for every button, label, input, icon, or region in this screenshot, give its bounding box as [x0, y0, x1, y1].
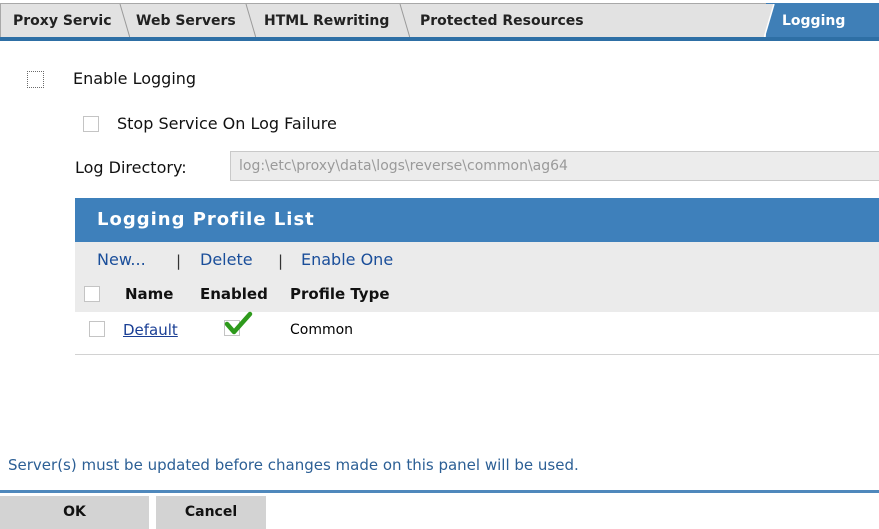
tab-protected-resources[interactable]: Protected Resources: [392, 3, 770, 38]
stop-service-label: Stop Service On Log Failure: [117, 114, 337, 133]
tab-separator: [238, 4, 256, 38]
tab-label: HTML Rewriting: [264, 13, 390, 29]
action-separator: |: [176, 252, 182, 270]
column-header-profile-type: Profile Type: [290, 285, 390, 303]
profile-list-header: Logging Profile List: [75, 198, 879, 242]
enable-logging-checkbox[interactable]: [27, 71, 44, 88]
tab-label: Proxy Service: [13, 13, 122, 29]
logging-config-page: Proxy Service Web Servers HTML Rewriting…: [0, 0, 879, 529]
cancel-button[interactable]: Cancel: [156, 496, 266, 529]
tab-underline: [0, 37, 879, 41]
tab-label: Web Servers: [136, 13, 236, 29]
profile-list-title: Logging Profile List: [97, 209, 315, 230]
column-header-name: Name: [125, 285, 174, 303]
tab-logging[interactable]: Logging: [764, 3, 879, 38]
tab-proxy-service[interactable]: Proxy Service: [0, 3, 128, 37]
log-directory-input[interactable]: [230, 151, 879, 181]
row-divider: [75, 354, 879, 355]
update-notice: Server(s) must be updated before changes…: [8, 456, 579, 474]
delete-profile-link[interactable]: Delete: [200, 250, 253, 269]
profile-type-value: Common: [290, 322, 354, 338]
tab-label: Logging: [782, 13, 846, 29]
tab-html-rewriting[interactable]: HTML Rewriting: [238, 3, 408, 38]
checkmark-icon: [224, 311, 253, 335]
enable-logging-label: Enable Logging: [73, 69, 197, 88]
log-directory-label: Log Directory:: [75, 158, 187, 177]
row-checkbox[interactable]: [89, 321, 105, 337]
new-profile-link[interactable]: New...: [97, 250, 146, 269]
tab-strip: Proxy Service Web Servers HTML Rewriting…: [0, 0, 879, 41]
action-separator: |: [278, 252, 284, 270]
profile-list-toolbar: [75, 242, 879, 312]
column-header-enabled: Enabled: [200, 285, 268, 303]
tab-separator: [392, 4, 410, 38]
profile-name-link[interactable]: Default: [123, 321, 178, 339]
select-all-checkbox[interactable]: [84, 286, 100, 302]
tab-separator: [764, 4, 775, 38]
table-row-name: Default: [123, 321, 178, 339]
stop-service-checkbox[interactable]: [83, 116, 99, 132]
footer-divider: [0, 490, 879, 493]
tab-separator: [112, 4, 130, 38]
ok-button[interactable]: OK: [0, 496, 149, 529]
enable-one-link[interactable]: Enable One: [301, 250, 393, 269]
tab-label: Protected Resources: [420, 13, 584, 29]
tab-web-servers[interactable]: Web Servers: [112, 3, 254, 38]
